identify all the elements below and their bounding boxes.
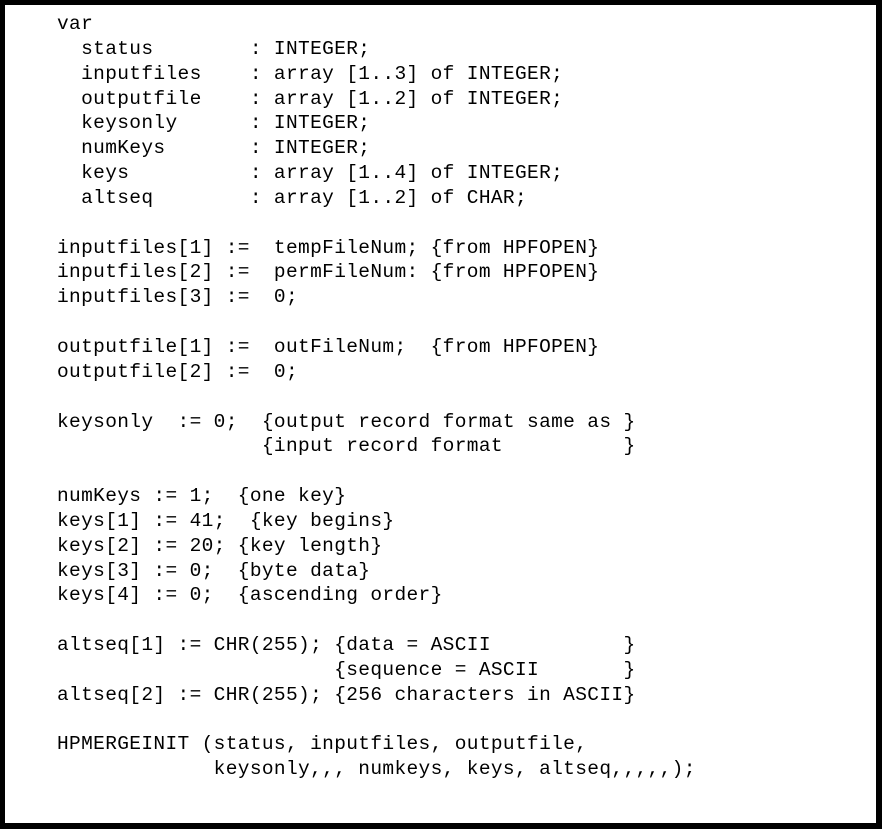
code-line: altseq[2] := CHR(255); {256 characters i… — [57, 683, 636, 706]
code-line: keys[3] := 0; {byte data} — [57, 559, 371, 582]
code-line: altseq : array [1..2] of CHAR; — [57, 186, 528, 209]
code-line: outputfile[1] := outFileNum; {from HPFOP… — [57, 335, 600, 358]
code-line: inputfiles[2] := permFileNum: {from HPFO… — [57, 261, 600, 284]
code-line: altseq[1] := CHR(255); {data = ASCII } — [57, 634, 636, 657]
code-line: HPMERGEINIT (status, inputfiles, outputf… — [57, 733, 588, 756]
code-line: keys : array [1..4] of INTEGER; — [57, 162, 564, 185]
code-line: inputfiles[3] := 0; — [57, 286, 299, 309]
code-line: numKeys : INTEGER; — [57, 137, 371, 160]
code-listing: var status : INTEGER; inputfiles : array… — [57, 12, 696, 782]
code-line: {sequence = ASCII } — [57, 658, 636, 681]
code-line: keys[4] := 0; {ascending order} — [57, 584, 443, 607]
code-line: var — [57, 13, 94, 35]
code-line: keysonly : INTEGER; — [57, 112, 371, 135]
code-line: numKeys := 1; {one key} — [57, 485, 347, 508]
code-line: outputfile[2] := 0; — [57, 360, 299, 383]
code-line: keys[2] := 20; {key length} — [57, 534, 383, 557]
code-line: outputfile : array [1..2] of INTEGER; — [57, 87, 564, 110]
code-listing-frame: var status : INTEGER; inputfiles : array… — [0, 0, 882, 829]
code-line: {input record format } — [57, 435, 636, 458]
code-line: keysonly := 0; {output record format sam… — [57, 410, 636, 433]
code-line: keysonly,,, numkeys, keys, altseq,,,,,); — [57, 758, 696, 781]
code-line: inputfiles[1] := tempFileNum; {from HPFO… — [57, 236, 600, 259]
code-line: keys[1] := 41; {key begins} — [57, 509, 395, 532]
code-line: status : INTEGER; — [57, 37, 371, 60]
code-line: inputfiles : array [1..3] of INTEGER; — [57, 62, 564, 85]
